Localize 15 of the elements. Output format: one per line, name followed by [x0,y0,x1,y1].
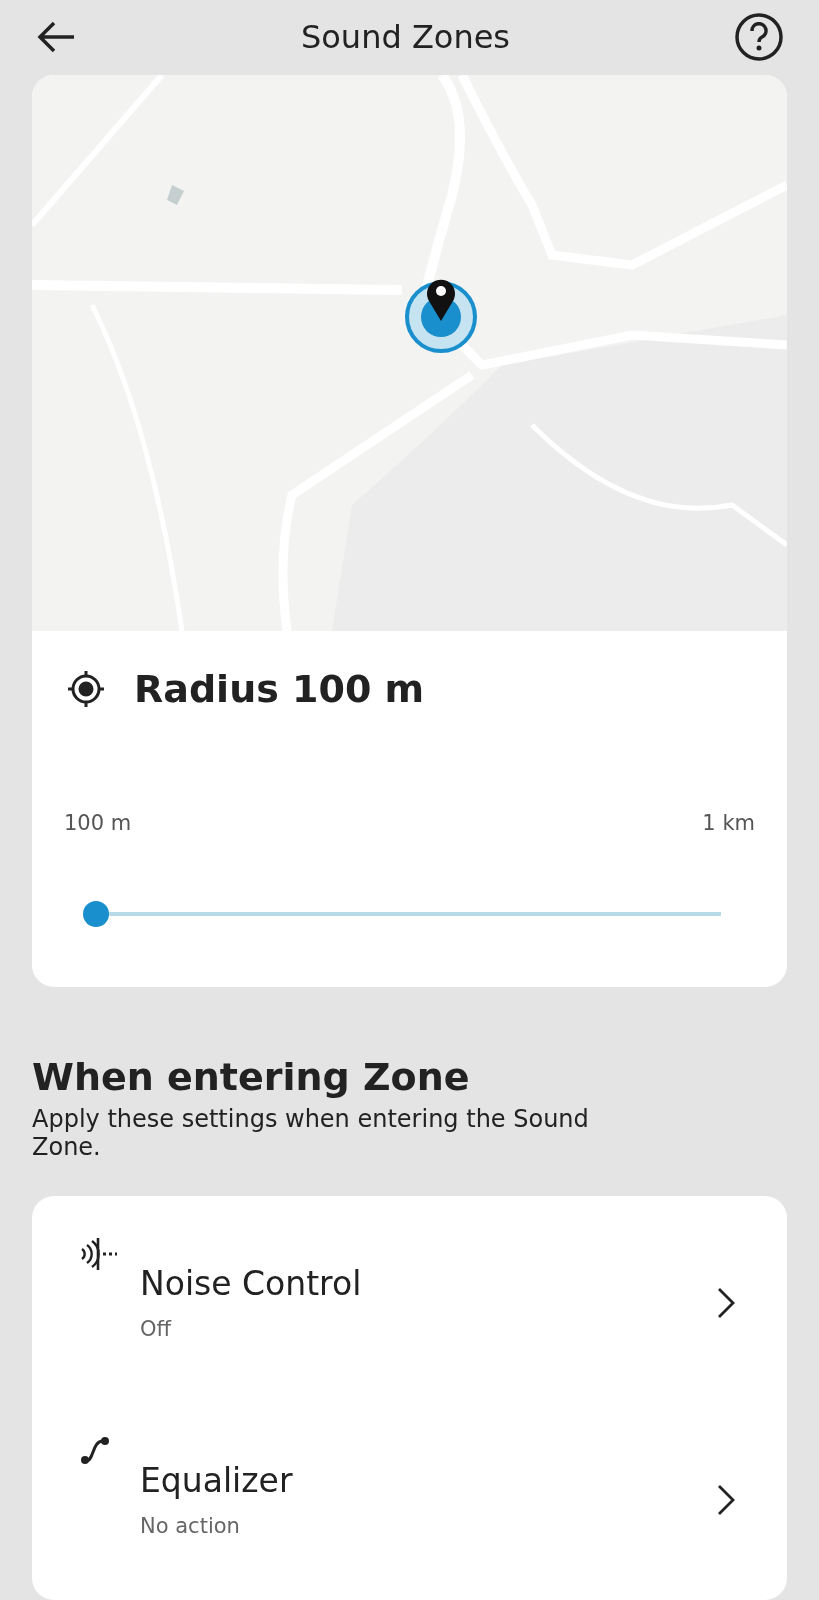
section-title: When entering Zone [32,1054,471,1099]
setting-value: Off [140,1317,173,1342]
radius-title: Radius 100 m [134,666,425,711]
max-label: 1 km [702,810,755,835]
radius-slider[interactable] [83,900,721,927]
setting-label: Equalizer [140,1461,294,1501]
setting-value: No action [140,1514,241,1539]
setting-label: Noise Control [140,1264,363,1304]
section-description: Apply these settings when entering the Sound Zone. [32,1104,590,1163]
min-label: 100 m [64,810,132,835]
screen-title: Sound Zones [300,18,511,57]
target-icon [66,668,106,709]
slider-thumb[interactable] [83,900,109,927]
setting-row[interactable]: Equalizer No action [32,1401,787,1599]
setting-row[interactable]: Noise Control Off [32,1204,787,1402]
